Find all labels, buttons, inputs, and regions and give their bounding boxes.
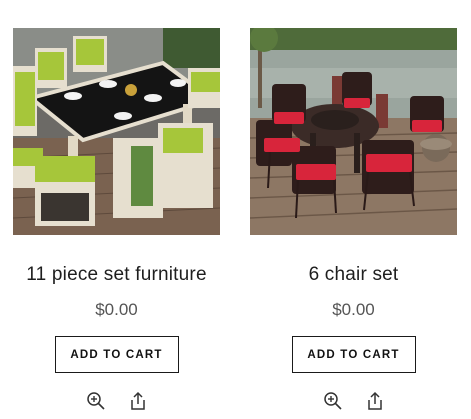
product-actions [250,391,457,411]
product-title[interactable]: 6 chair set [250,264,457,286]
product-price: $0.00 [95,300,138,319]
zoom-in-icon[interactable] [86,391,106,411]
product-actions [13,391,220,411]
patio-dining-set-photo [13,28,220,235]
outdoor-chair-set-photo [250,28,457,235]
zoom-in-icon[interactable] [323,391,343,411]
product-image-link[interactable] [250,28,457,235]
product-card: 6 chair set $0.00 ADD TO CART [250,28,457,411]
product-grid: 11 piece set furniture $0.00 ADD TO CART [0,0,471,419]
add-to-cart-button[interactable]: ADD TO CART [54,336,179,373]
product-price: $0.00 [332,300,375,319]
add-to-cart-button[interactable]: ADD TO CART [291,336,416,373]
product-title[interactable]: 11 piece set furniture [13,264,220,286]
product-image-link[interactable] [13,28,220,235]
share-icon[interactable] [128,391,148,411]
share-icon[interactable] [365,391,385,411]
product-card: 11 piece set furniture $0.00 ADD TO CART [13,28,220,411]
